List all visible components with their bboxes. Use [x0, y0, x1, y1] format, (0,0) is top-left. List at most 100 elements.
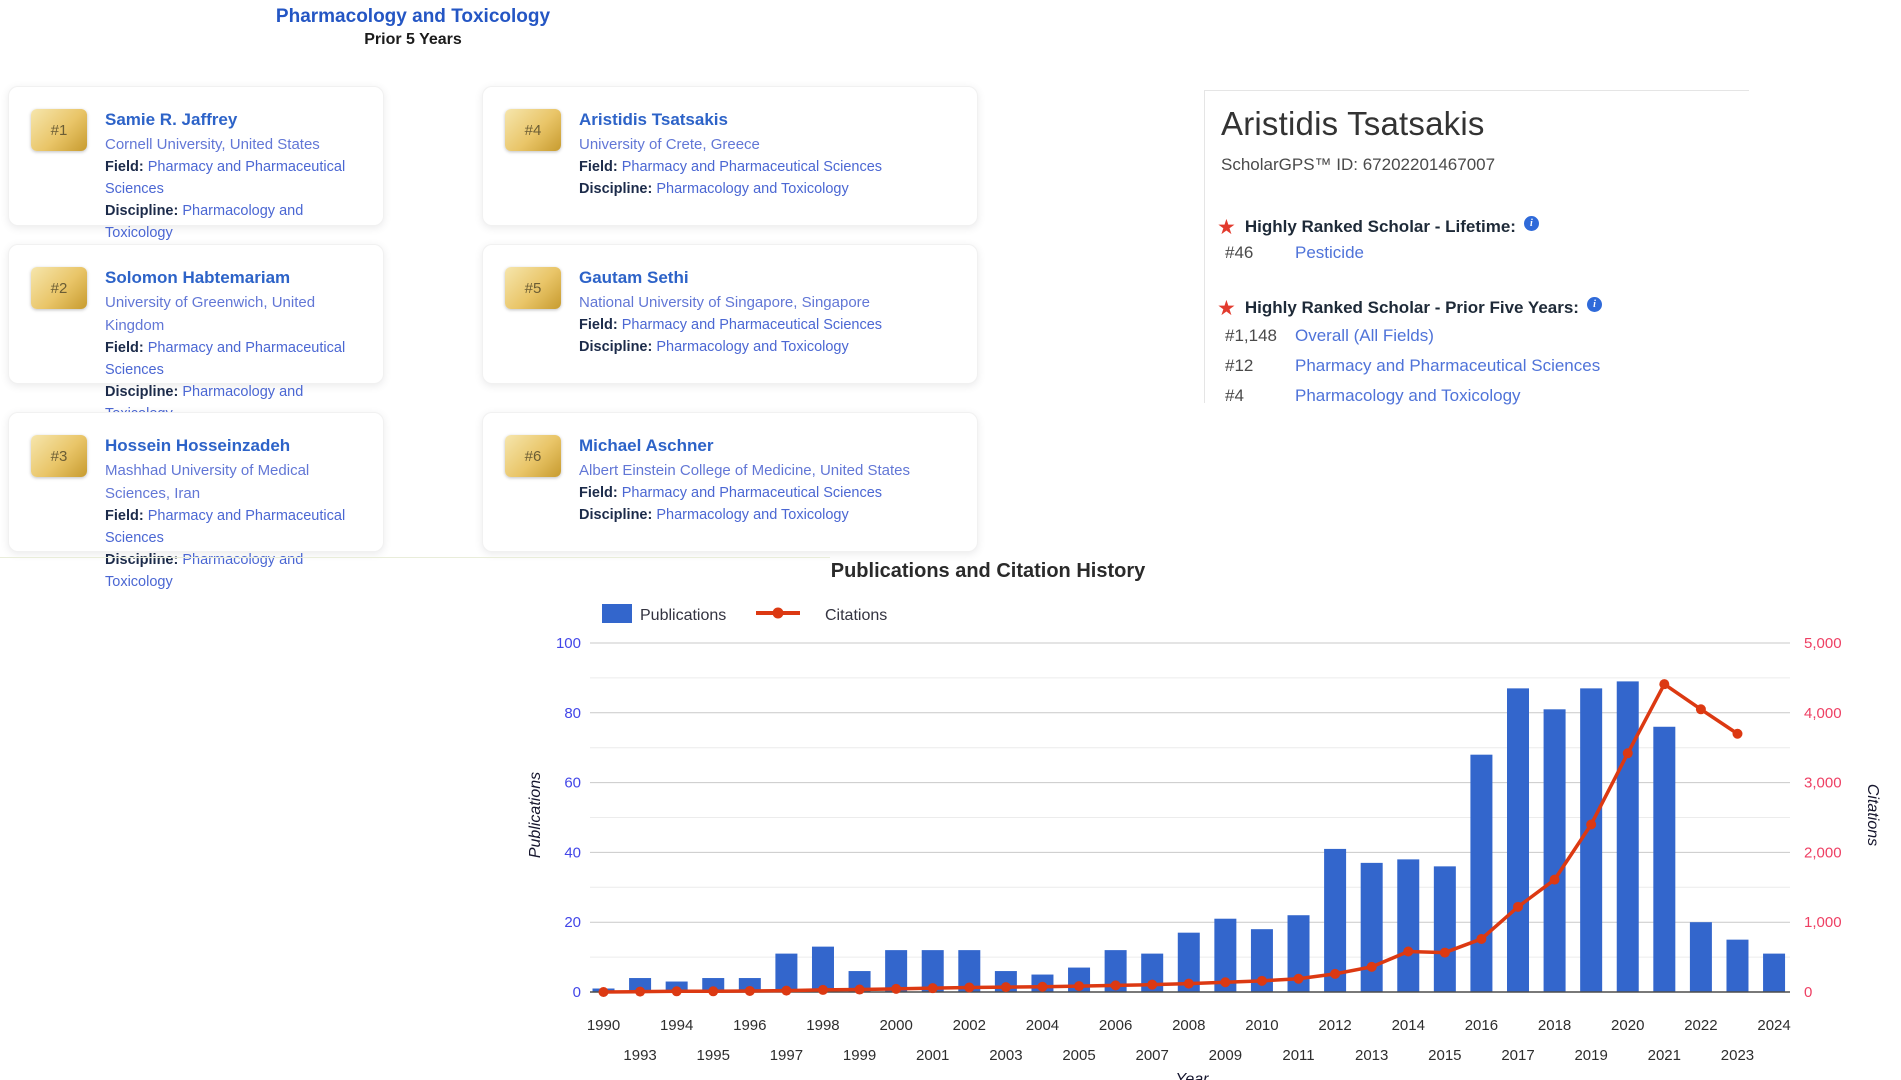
bar-2020	[1616, 681, 1639, 992]
svg-text:100: 100	[556, 635, 581, 652]
ranked-scholar-heading-text: Highly Ranked Scholar - Lifetime:	[1244, 217, 1516, 236]
x-axis-labels: 1990199319941995199619971998199920002001…	[587, 1017, 1791, 1064]
right-axis-labels: 0 1,000 2,000 3,000 4,000 5,000	[1804, 635, 1842, 1001]
scholar-name-link[interactable]: Samie R. Jaffrey	[105, 107, 373, 133]
scholar-field-line: Field: Pharmacy and Pharmaceutical Scien…	[579, 482, 967, 504]
svg-text:2008: 2008	[1172, 1017, 1205, 1034]
discipline-label: Discipline:	[579, 339, 653, 355]
svg-text:2013: 2013	[1355, 1047, 1388, 1064]
ranking-title: Pharmacology and Toxicology	[275, 6, 551, 27]
svg-text:2018: 2018	[1538, 1017, 1571, 1034]
rank-category-link[interactable]: Pesticide	[1295, 243, 1364, 262]
rank-category-link[interactable]: Overall (All Fields)	[1295, 326, 1434, 345]
rank-row: #4 Pharmacology and Toxicology	[1225, 386, 1521, 406]
scholar-card-body: Samie R. Jaffrey Cornell University, Unit…	[105, 107, 373, 244]
ranking-header: Pharmacology and Toxicology Prior 5 Year…	[0, 6, 826, 49]
citations-line	[603, 681, 1739, 994]
svg-text:2016: 2016	[1465, 1017, 1498, 1034]
scholar-institution: University of Crete, Greece	[579, 136, 760, 153]
svg-text:2,000: 2,000	[1804, 844, 1842, 861]
discipline-link[interactable]: Pharmacology and Toxicology	[656, 181, 848, 197]
scholar-name-link[interactable]: Michael Aschner	[579, 433, 967, 459]
discipline-link[interactable]: Pharmacology and Toxicology	[656, 507, 848, 523]
svg-text:80: 80	[564, 705, 581, 722]
scholar-field-line: Field: Pharmacy and Pharmaceutical Scien…	[579, 314, 967, 336]
rank-badge: #5	[505, 267, 561, 309]
info-icon[interactable]: i	[1523, 216, 1539, 231]
bar-2014	[1397, 859, 1420, 992]
svg-text:2004: 2004	[1026, 1017, 1059, 1034]
publications-citation-history-chart: 0 20 40 60 80 100 0 1,000 2,000 3,000 4,000 5,000 19…	[527, 560, 1881, 1080]
legend-publications-label: Publications	[640, 607, 726, 624]
svg-text:1,000: 1,000	[1804, 914, 1842, 931]
svg-text:2011: 2011	[1282, 1047, 1314, 1064]
field-link[interactable]: Pharmacy and Pharmaceutical Sciences	[622, 159, 882, 175]
legend-publications-swatch	[602, 604, 632, 623]
publications-bars	[592, 681, 1786, 992]
scholar-discipline-line: Discipline: Pharmacology and Toxicology	[105, 549, 373, 593]
bar-2019	[1580, 688, 1603, 992]
rank-category-link[interactable]: Pharmacology and Toxicology	[1295, 386, 1521, 405]
field-link[interactable]: Pharmacy and Pharmaceutical Sciences	[622, 485, 882, 501]
svg-text:2015: 2015	[1428, 1047, 1461, 1064]
svg-text:2012: 2012	[1318, 1017, 1351, 1034]
scholar-field-line: Field: Pharmacy and Pharmaceutical Scien…	[105, 505, 373, 549]
scholargps-id: ScholarGPS™ ID: 67202201467007	[1221, 155, 1496, 174]
svg-text:60: 60	[564, 775, 581, 792]
gridlines	[590, 642, 1790, 958]
svg-text:0: 0	[573, 984, 581, 1001]
svg-text:1999: 1999	[843, 1047, 876, 1064]
scholar-discipline-line: Discipline: Pharmacology and Toxicology	[105, 200, 373, 244]
scholar-name-link[interactable]: Aristidis Tsatsakis	[579, 107, 967, 133]
svg-text:4,000: 4,000	[1804, 705, 1842, 722]
bar-2017	[1507, 688, 1529, 992]
rank-row: #46 Pesticide	[1225, 243, 1364, 263]
field-label: Field:	[579, 485, 618, 501]
discipline-label: Discipline:	[579, 181, 653, 197]
scholar-discipline-line: Discipline: Pharmacology and Toxicology	[579, 178, 967, 200]
svg-text:1994: 1994	[660, 1017, 693, 1034]
svg-text:2007: 2007	[1136, 1047, 1169, 1064]
field-label: Field:	[579, 159, 618, 175]
rank-category-link[interactable]: Pharmacy and Pharmaceutical Sciences	[1295, 356, 1600, 375]
scholar-card-body: Gautam Sethi National University of Singa…	[579, 265, 967, 358]
svg-text:2006: 2006	[1099, 1017, 1132, 1034]
star-icon: ★	[1217, 297, 1236, 320]
svg-text:1995: 1995	[697, 1047, 730, 1064]
svg-text:2021: 2021	[1648, 1047, 1681, 1064]
bar-2022	[1689, 922, 1712, 992]
rank-number: #4	[1225, 386, 1244, 405]
scholar-name-link[interactable]: Gautam Sethi	[579, 265, 967, 291]
svg-text:1990: 1990	[587, 1017, 620, 1034]
svg-text:2014: 2014	[1392, 1017, 1425, 1034]
rank-row: #12 Pharmacy and Pharmaceutical Sciences	[1225, 356, 1600, 376]
star-icon: ★	[1217, 216, 1236, 239]
scholargps-page: Pharmacology and Toxicology Prior 5 Year…	[0, 0, 1901, 1080]
scholar-card-body: Hossein Hosseinzadeh Mashhad University o…	[105, 433, 373, 593]
discipline-label: Discipline:	[105, 552, 179, 568]
left-axis-labels: 0 20 40 60 80 100	[556, 635, 581, 1001]
scholar-profile-panel: Aristidis Tsatsakis ScholarGPS™ ID: 6720…	[1204, 90, 1749, 406]
svg-text:2024: 2024	[1757, 1017, 1790, 1034]
scholar-name-link[interactable]: Solomon Habtemariam	[105, 265, 373, 291]
svg-text:2020: 2020	[1611, 1017, 1644, 1034]
scholar-name-link[interactable]: Hossein Hosseinzadeh	[105, 433, 373, 459]
info-icon[interactable]: i	[1586, 297, 1602, 312]
field-label: Field:	[105, 159, 144, 175]
discipline-label: Discipline:	[105, 384, 179, 400]
scholar-card-body: Solomon Habtemariam University of Greenwi…	[105, 265, 373, 425]
scholar-field-line: Field: Pharmacy and Pharmaceutical Scien…	[579, 156, 967, 178]
discipline-link[interactable]: Pharmacology and Toxicology	[656, 339, 848, 355]
discipline-label: Discipline:	[579, 507, 653, 523]
svg-text:1993: 1993	[623, 1047, 656, 1064]
svg-text:0: 0	[1804, 984, 1812, 1001]
ranking-subtitle: Prior 5 Years	[364, 31, 462, 48]
bar-2013	[1360, 862, 1383, 992]
svg-text:2005: 2005	[1062, 1047, 1095, 1064]
x-axis-title: Year	[1176, 1071, 1210, 1080]
svg-text:2009: 2009	[1209, 1047, 1242, 1064]
profile-name: Aristidis Tsatsakis	[1221, 105, 1485, 142]
field-link[interactable]: Pharmacy and Pharmaceutical Sciences	[622, 317, 882, 333]
svg-text:2002: 2002	[953, 1017, 986, 1034]
scholar-card: #6 Michael Aschner Albert Einstein College…	[482, 412, 978, 552]
